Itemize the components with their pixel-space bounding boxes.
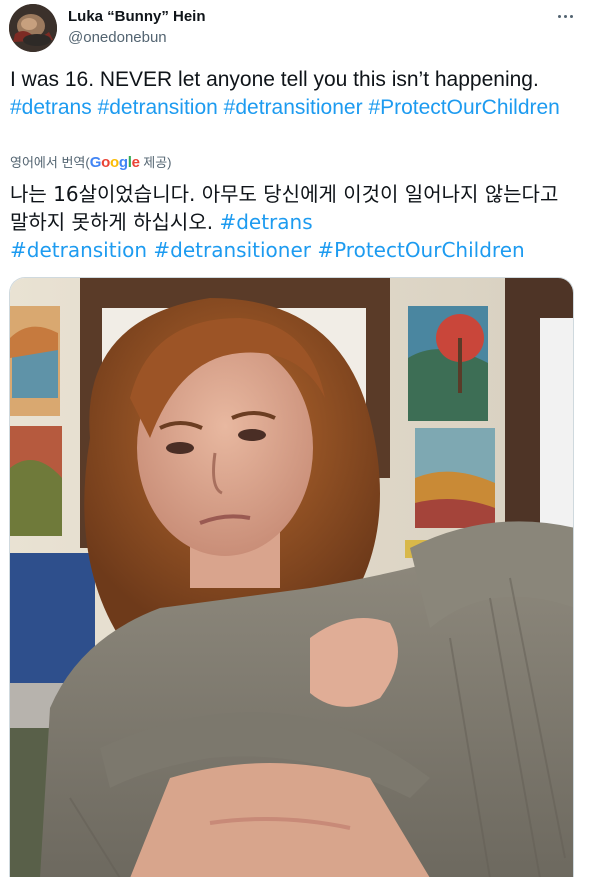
tweet-text: I was 16. NEVER let anyone tell you this… — [10, 66, 580, 122]
author-info: Luka “Bunny” Hein @onedonebun — [68, 7, 206, 48]
hashtag-link[interactable]: #detransitioner — [224, 96, 363, 119]
photo-illustration — [10, 278, 573, 877]
translation-label-suffix: 제공) — [139, 155, 172, 170]
more-dot — [569, 14, 573, 18]
hashtag-link[interactable]: #ProtectOurChildren — [368, 96, 559, 119]
translation-attribution: 영어에서 번역(Google 제공) — [10, 154, 172, 172]
tweet-card: Luka “Bunny” Hein @onedonebun I was 16. … — [0, 0, 591, 877]
more-options-button[interactable] — [552, 6, 578, 26]
google-logo: Google — [90, 154, 140, 171]
hashtag-link[interactable]: #detransition — [98, 96, 218, 119]
tweet-photo[interactable] — [9, 277, 574, 877]
hashtag-link[interactable]: #detrans — [10, 96, 92, 119]
more-dot — [563, 14, 567, 18]
display-name[interactable]: Luka “Bunny” Hein — [68, 7, 206, 27]
google-letter: G — [89, 154, 102, 171]
translated-tweet-text: 나는 16살이었습니다. 아무도 당신에게 이것이 일어나지 않는다고 말하지 … — [10, 180, 580, 264]
google-letter: g — [118, 154, 128, 171]
translation-label[interactable]: 영어에서 번역( — [10, 155, 90, 170]
hashtag-link[interactable]: #ProtectOurChildren — [317, 238, 524, 262]
tweet-body: I was 16. NEVER let anyone tell you this… — [10, 68, 539, 91]
avatar-image — [9, 4, 57, 52]
username-handle[interactable]: @onedonebun — [68, 28, 206, 48]
hashtag-link[interactable]: #detransition — [10, 238, 147, 262]
avatar[interactable] — [9, 4, 57, 52]
google-letter: o — [101, 154, 110, 171]
hashtag-link[interactable]: #detransitioner — [153, 238, 311, 262]
hashtag-link[interactable]: #detrans — [219, 210, 312, 234]
google-letter: o — [109, 154, 119, 171]
more-horizontal-icon — [557, 14, 561, 18]
google-letter: e — [131, 154, 140, 171]
